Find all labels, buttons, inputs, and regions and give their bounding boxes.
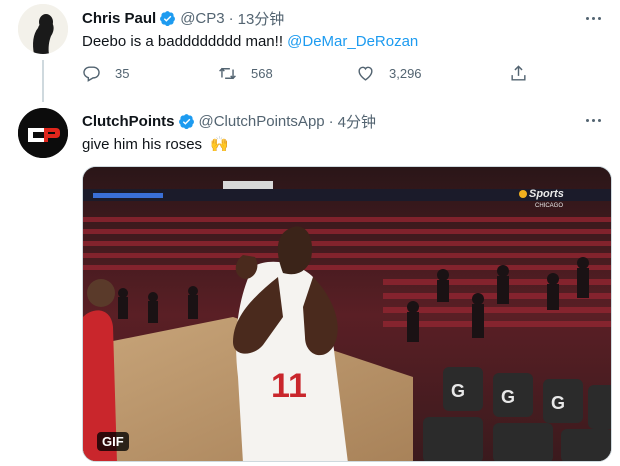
share-button[interactable]	[509, 64, 528, 83]
avatar[interactable]	[18, 4, 68, 54]
tweet-chris-paul[interactable]: Chris Paul @CP3 · 13分钟 Deebo is a badddd…	[0, 0, 620, 102]
separator-dot: ·	[228, 10, 234, 27]
mention-link[interactable]: @DeMar_DeRozan	[287, 33, 418, 50]
svg-text:G: G	[551, 393, 565, 413]
heart-icon	[358, 66, 373, 81]
more-options-icon[interactable]	[582, 109, 604, 131]
separator-dot: ·	[328, 113, 334, 130]
verified-badge-icon	[160, 11, 176, 27]
display-name[interactable]: Chris Paul	[82, 10, 156, 27]
more-options-icon[interactable]	[582, 7, 604, 29]
svg-text:G: G	[501, 387, 515, 407]
user-handle[interactable]: @CP3	[180, 10, 224, 27]
tweet-text: give him his roses 🙌	[82, 135, 229, 155]
raising-hands-emoji: 🙌	[210, 136, 229, 153]
retweet-button[interactable]: 568	[218, 64, 273, 83]
display-name[interactable]: ClutchPoints	[82, 113, 175, 130]
timestamp[interactable]: 13分钟	[238, 8, 285, 29]
gif-badge: GIF	[97, 432, 129, 451]
like-button[interactable]: 3,296	[356, 64, 422, 83]
timestamp[interactable]: 4分钟	[338, 111, 376, 132]
tweet-body: Deebo is a badddddddd man!!	[82, 33, 288, 50]
tweet-actions: 35 568 3,296	[82, 64, 526, 86]
like-count: 3,296	[389, 66, 422, 81]
retweet-count: 568	[251, 66, 273, 81]
thread-connector	[42, 60, 44, 102]
share-icon	[511, 65, 526, 81]
svg-text:G: G	[451, 381, 465, 401]
arena-scene-image: G G G 11 Sports CHICAGO	[83, 167, 611, 461]
avatar[interactable]	[18, 108, 68, 158]
svg-text:Sports: Sports	[529, 188, 564, 200]
tweet-header: ClutchPoints @ClutchPointsApp · 4分钟	[82, 111, 376, 132]
svg-text:CHICAGO: CHICAGO	[535, 203, 563, 209]
clutchpoints-logo	[18, 108, 68, 158]
avatar-image	[18, 4, 68, 54]
tweet-header: Chris Paul @CP3 · 13分钟	[82, 8, 284, 29]
reply-button[interactable]: 35	[82, 64, 129, 83]
tweet-text: Deebo is a badddddddd man!! @DeMar_DeRoz…	[82, 32, 418, 52]
jersey-number: 11	[271, 367, 307, 405]
user-handle[interactable]: @ClutchPointsApp	[199, 113, 325, 130]
tweet-body: give him his roses	[82, 136, 207, 153]
retweet-icon	[219, 67, 236, 80]
gif-media[interactable]: G G G 11 Sports CHICAGO GIF	[82, 166, 612, 462]
reply-count: 35	[115, 66, 130, 81]
reply-icon	[83, 66, 100, 82]
verified-badge-icon	[178, 114, 194, 130]
